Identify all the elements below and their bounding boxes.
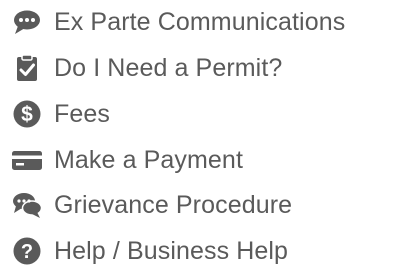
svg-text:$: $ — [21, 103, 33, 126]
fees-label: Fees — [54, 100, 110, 128]
help-business-help-link[interactable]: ? Help / Business Help — [8, 232, 398, 270]
make-a-payment-link[interactable]: Make a Payment — [8, 141, 398, 179]
ex-parte-communications-link[interactable]: Ex Parte Communications — [8, 3, 398, 41]
resource-link-list: Ex Parte Communications Do I Need a Perm… — [0, 0, 402, 271]
svg-text:?: ? — [21, 241, 33, 263]
speech-bubble-icon — [8, 3, 46, 41]
help-business-help-label: Help / Business Help — [54, 237, 289, 265]
clipboard-check-icon — [8, 49, 46, 87]
grievance-procedure-label: Grievance Procedure — [54, 191, 293, 219]
grievance-procedure-link[interactable]: Grievance Procedure — [8, 186, 398, 224]
dollar-circle-icon: $ — [8, 95, 46, 133]
ex-parte-communications-label: Ex Parte Communications — [54, 8, 346, 36]
fees-link[interactable]: $ Fees — [8, 95, 398, 133]
make-a-payment-label: Make a Payment — [54, 146, 243, 174]
credit-card-icon — [8, 141, 46, 179]
conversation-bubbles-icon — [8, 186, 46, 224]
do-i-need-a-permit-label: Do I Need a Permit? — [54, 54, 283, 82]
question-circle-icon: ? — [8, 232, 46, 270]
do-i-need-a-permit-link[interactable]: Do I Need a Permit? — [8, 49, 398, 87]
